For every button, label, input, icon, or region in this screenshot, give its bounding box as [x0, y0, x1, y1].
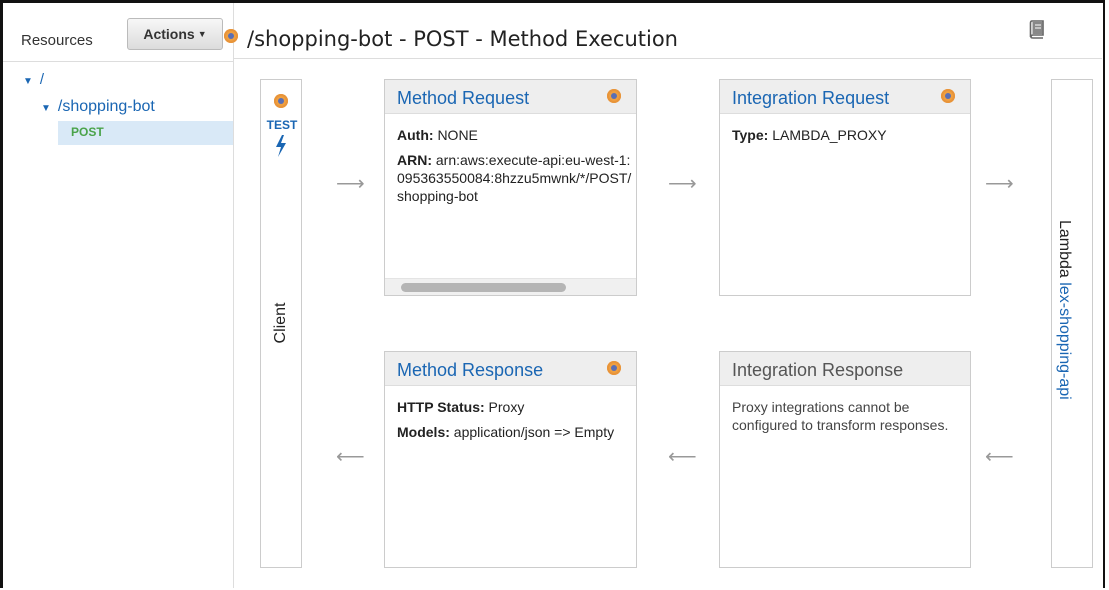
models-value: application/json => Empty [453, 424, 615, 440]
tree-item-post-method[interactable]: POST [58, 121, 233, 145]
integration-request-link[interactable]: Integration Request [732, 88, 889, 109]
arrow-right-icon: ⟶ [336, 173, 365, 195]
lambda-panel: Lambda lex-shopping-api [1051, 79, 1093, 568]
tree-item-root-label: / [39, 71, 45, 88]
method-request-header: Method Request [385, 80, 636, 114]
header-divider [234, 58, 1102, 59]
resources-sidebar: Resources Actions ▼ ▼ / ▼/shopping-bot PO… [3, 3, 234, 588]
arrow-left-icon: ⟵ [336, 446, 365, 468]
type-key: Type: [732, 127, 769, 143]
arrow-left-icon: ⟵ [985, 446, 1014, 468]
integration-response-header: Integration Response [720, 352, 970, 386]
integration-response-body: Proxy integrations cannot be configured … [720, 386, 970, 453]
http-status-key: HTTP Status: [397, 399, 485, 415]
caret-down-icon: ▼ [197, 29, 207, 39]
integration-response-message: Proxy integrations cannot be configured … [732, 399, 949, 433]
test-button[interactable]: TEST [265, 118, 299, 132]
method-response-header: Method Response [385, 352, 636, 386]
expand-caret-icon[interactable]: ▼ [23, 76, 33, 87]
arn-key: ARN: [397, 152, 432, 168]
tree-item-shopping-bot-label: /shopping-bot [57, 98, 155, 115]
lambda-function-link[interactable]: lex-shopping-api [1056, 282, 1073, 399]
client-label: Client [272, 302, 289, 344]
method-response-body: HTTP Status: Proxy Models: application/j… [385, 386, 636, 460]
expand-caret-icon[interactable]: ▼ [41, 103, 51, 114]
resources-label: Resources [21, 32, 93, 49]
method-request-body: Auth: NONE ARN: arn:aws:execute-api:eu-w… [385, 114, 636, 242]
arrow-left-icon: ⟵ [668, 446, 697, 468]
integration-request-header: Integration Request [720, 80, 970, 114]
arn-value: arn:aws:execute-api:eu-west-1:0953635500… [397, 152, 632, 204]
resource-indicator-icon [274, 94, 288, 108]
tree-item-root[interactable]: ▼ / [23, 71, 44, 88]
horizontal-scrollbar[interactable] [385, 278, 636, 295]
method-response-panel: Method Response HTTP Status: Proxy Model… [384, 351, 637, 568]
scrollbar-thumb[interactable] [401, 283, 566, 292]
lambda-label: Lambda [1056, 220, 1073, 278]
method-response-link[interactable]: Method Response [397, 360, 543, 381]
models-key: Models: [397, 424, 450, 440]
arrow-right-icon: ⟶ [668, 173, 697, 195]
actions-label: Actions [143, 26, 195, 42]
resource-indicator-icon [941, 89, 955, 103]
tree-item-post-label: POST [71, 125, 104, 139]
integration-request-panel: Integration Request Type: LAMBDA_PROXY [719, 79, 971, 296]
auth-key: Auth: [397, 127, 434, 143]
integration-request-body: Type: LAMBDA_PROXY [720, 114, 970, 163]
client-panel: TEST Client [260, 79, 302, 568]
page-title: /shopping-bot - POST - Method Execution [247, 27, 678, 51]
resource-indicator-icon [607, 89, 621, 103]
tree-item-shopping-bot[interactable]: ▼ /shopping-bot [41, 98, 155, 116]
lambda-label-vertical: Lambda lex-shopping-api [1055, 220, 1073, 400]
actions-dropdown-button[interactable]: Actions ▼ [127, 18, 223, 50]
arrow-right-icon: ⟶ [985, 173, 1014, 195]
http-status-value: Proxy [488, 399, 525, 415]
sidebar-divider [3, 61, 233, 62]
method-request-panel: Method Request Auth: NONE ARN: arn:aws:e… [384, 79, 637, 296]
integration-response-panel: Integration Response Proxy integrations … [719, 351, 971, 568]
lightning-bolt-icon[interactable] [274, 135, 288, 157]
resource-indicator-icon [607, 361, 621, 375]
book-icon[interactable] [1029, 20, 1045, 39]
type-value: LAMBDA_PROXY [772, 127, 887, 143]
integration-response-title: Integration Response [732, 360, 904, 380]
resource-indicator-icon [224, 29, 238, 43]
auth-value: NONE [437, 127, 478, 143]
method-request-link[interactable]: Method Request [397, 88, 529, 109]
